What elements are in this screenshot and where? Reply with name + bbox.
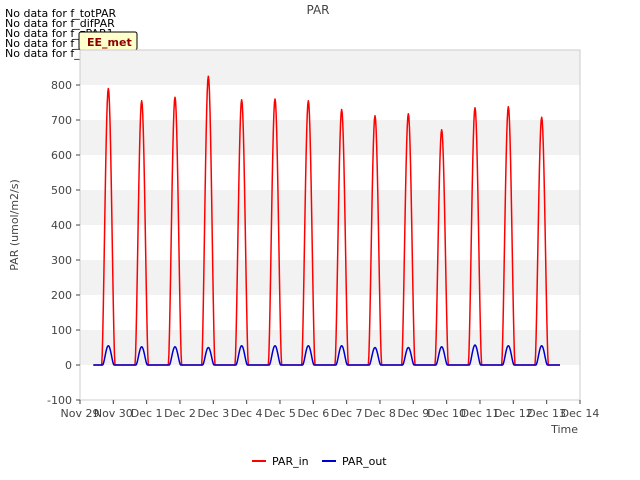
y-tick-label: 600	[51, 149, 72, 162]
x-tick-label: Dec 5	[264, 407, 296, 420]
x-tick-label: Nov 30	[94, 407, 133, 420]
y-tick-label: 400	[51, 219, 72, 232]
y-tick-label: 200	[51, 289, 72, 302]
y-axis-title: PAR (umol/m2/s)	[8, 179, 21, 271]
site-badge-label: EE_met	[87, 36, 132, 49]
legend-label-par-out: PAR_out	[342, 455, 387, 468]
y-axis: -100 0 100 200 300 400 500 600 700 800	[47, 79, 80, 407]
y-tick-label: 100	[51, 324, 72, 337]
x-tick-label: Dec 3	[197, 407, 229, 420]
y-tick-label: 800	[51, 79, 72, 92]
x-tick-label: Dec 6	[297, 407, 329, 420]
x-axis: Nov 29Nov 30Dec 1 Dec 2 Dec 3 Dec 4 Dec 5 Dec…	[61, 400, 600, 420]
x-tick-label: Dec 14	[561, 407, 600, 420]
y-tick-label: 700	[51, 114, 72, 127]
par-chart: EE_met -100 0 100 200 300 400 500 600 700 800 Nov…	[8, 3, 600, 468]
x-tick-label: Dec 4	[231, 407, 263, 420]
x-tick-label: Dec 9	[397, 407, 429, 420]
legend: PAR_in PAR_out	[252, 455, 387, 468]
y-tick-label: 0	[65, 359, 72, 372]
site-badge: EE_met	[78, 31, 138, 51]
grid-band	[80, 120, 580, 155]
x-tick-label: Dec 1	[131, 407, 163, 420]
x-tick-label: Dec 8	[364, 407, 396, 420]
chart-title: PAR	[306, 3, 329, 17]
x-axis-title: Time	[550, 423, 578, 436]
grid-band	[80, 260, 580, 295]
y-tick-label: 500	[51, 184, 72, 197]
y-tick-label: 300	[51, 254, 72, 267]
x-tick-label: Dec 2	[164, 407, 196, 420]
x-tick-label: Dec 7	[331, 407, 363, 420]
grid-band	[80, 50, 580, 85]
legend-label-par-in: PAR_in	[272, 455, 309, 468]
y-tick-label: -100	[47, 394, 72, 407]
